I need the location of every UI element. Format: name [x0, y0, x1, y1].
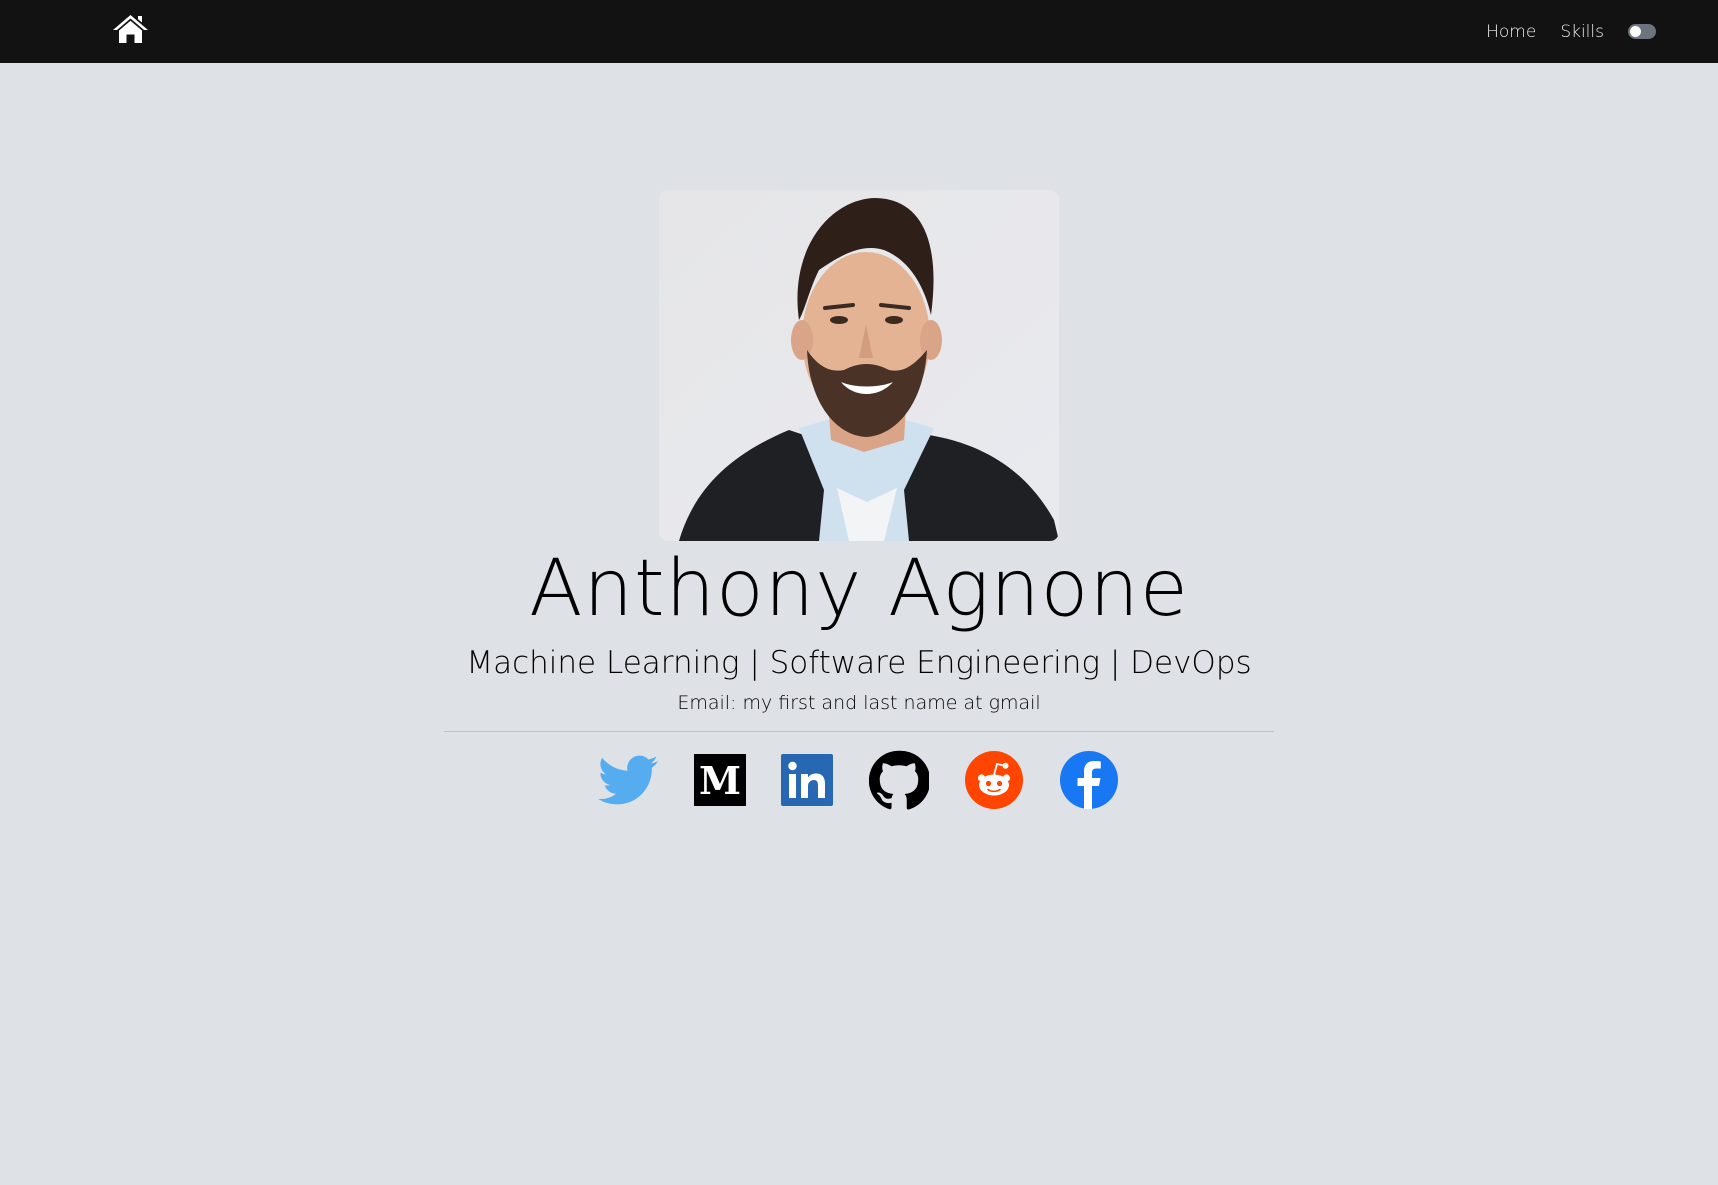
divider	[444, 731, 1274, 732]
reddit-icon[interactable]	[964, 750, 1024, 810]
linkedin-icon[interactable]	[777, 750, 837, 810]
medium-icon[interactable]: M	[690, 750, 750, 810]
profile-photo	[659, 190, 1059, 541]
theme-toggle[interactable]	[1628, 24, 1656, 39]
house-icon[interactable]	[112, 13, 149, 44]
facebook-icon[interactable]	[1059, 750, 1119, 810]
toggle-knob	[1630, 26, 1641, 37]
nav-skills-link[interactable]: Skills	[1560, 22, 1604, 42]
svg-text:M: M	[699, 758, 741, 803]
nav-home-link[interactable]: Home	[1486, 22, 1536, 42]
top-navbar: Home Skills	[0, 0, 1718, 63]
profile-email: Email: my first and last name at gmail	[677, 692, 1041, 714]
profile-name: Anthony Agnone	[529, 544, 1189, 634]
nav-links: Home Skills	[1486, 0, 1656, 63]
twitter-icon[interactable]	[598, 750, 658, 810]
github-icon[interactable]	[868, 750, 931, 810]
social-links: M	[0, 750, 1718, 810]
profile-tagline: Machine Learning | Software Engineering …	[466, 645, 1252, 681]
